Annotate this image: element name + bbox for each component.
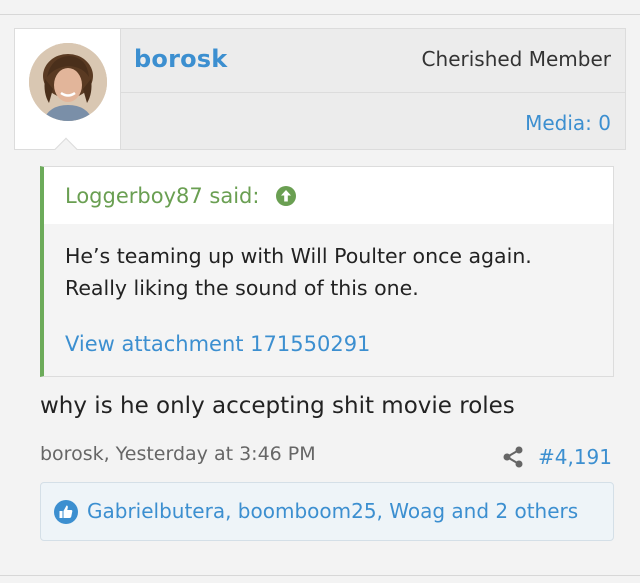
username-link[interactable]: borosk: [134, 45, 227, 73]
likes-list-link[interactable]: Gabrielbutera, boomboom25, Woag and 2 ot…: [87, 499, 578, 523]
header-divider: [121, 92, 626, 93]
post-body-text: why is he only accepting shit movie role…: [40, 393, 515, 419]
post-number-link[interactable]: #4,191: [538, 445, 612, 469]
bottom-divider: [0, 575, 640, 576]
quote-line-1: He’s teaming up with Will Poulter once a…: [65, 244, 532, 268]
avatar-container: [15, 29, 121, 149]
share-icon[interactable]: [501, 445, 525, 469]
avatar[interactable]: [29, 43, 107, 121]
thumbs-up-icon: [54, 500, 78, 524]
user-header: borosk Cherished Member Media: 0: [14, 28, 626, 150]
media-count-link[interactable]: Media: 0: [525, 111, 611, 135]
likes-bar: Gabrielbutera, boomboom25, Woag and 2 ot…: [40, 482, 614, 541]
post-meta[interactable]: borosk, Yesterday at 3:46 PM: [40, 443, 316, 465]
avatar-image: [29, 43, 107, 121]
user-title: Cherished Member: [421, 47, 611, 71]
quote-line-2: Really liking the sound of this one.: [65, 276, 419, 300]
quote-text: He’s teaming up with Will Poulter once a…: [65, 240, 585, 304]
quote-header: Loggerboy87 said:: [44, 167, 613, 224]
top-divider: [0, 14, 640, 15]
quote-block: Loggerboy87 said: He’s teaming up with W…: [40, 166, 614, 377]
quote-author[interactable]: Loggerboy87 said:: [65, 184, 259, 208]
view-attachment-link[interactable]: View attachment 171550291: [65, 332, 370, 356]
arrow-up-circle-icon[interactable]: [275, 185, 297, 207]
